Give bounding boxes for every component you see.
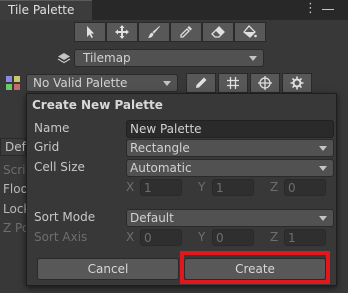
cell-z-label: Z: [270, 180, 279, 194]
cell-y-value: 1: [216, 181, 224, 195]
background-label: Floo: [3, 182, 28, 196]
sort-axis-z-field[interactable]: 1: [284, 229, 326, 246]
eraser-icon: [211, 26, 225, 38]
axis-y-label: Y: [198, 230, 206, 244]
pencil-icon: [196, 77, 207, 88]
background-tab-label: Def: [5, 140, 26, 154]
grid-button[interactable]: [218, 73, 248, 93]
grid-value: Rectangle: [130, 141, 190, 155]
paint-bucket-icon: [243, 25, 257, 38]
sort-axis-y-field[interactable]: 0: [212, 229, 254, 246]
tilemap-layer-icon: [57, 53, 71, 64]
box-fill-tool-button[interactable]: [170, 22, 202, 42]
cell-x-value: 1: [144, 181, 152, 195]
cell-size-value: Automatic: [130, 161, 192, 175]
palette-dropdown[interactable]: No Valid Palette: [26, 74, 178, 92]
paintbrush-icon: [148, 26, 160, 38]
cancel-button[interactable]: Cancel: [37, 258, 179, 280]
axis-x-label: X: [126, 230, 135, 244]
cog-icon: [290, 76, 304, 90]
edit-button[interactable]: [186, 73, 216, 93]
chevron-down-icon: [163, 81, 171, 86]
chevron-down-icon: [319, 166, 327, 171]
active-tilemap-dropdown[interactable]: Tilemap: [57, 49, 264, 67]
dialog-title: Create New Palette: [32, 98, 163, 112]
chevron-down-icon: [319, 216, 327, 221]
background-tab[interactable]: Def: [0, 138, 26, 156]
cell-z-field[interactable]: 0: [284, 179, 326, 196]
cell-size-dropdown[interactable]: Automatic: [126, 159, 334, 177]
sort-mode-label: Sort Mode: [34, 210, 96, 224]
create-button-highlight: [180, 251, 330, 284]
grid-icon: [227, 77, 239, 89]
cell-y-label: Y: [198, 180, 206, 194]
settings-button[interactable]: [282, 73, 312, 93]
cell-y-field[interactable]: 1: [212, 179, 254, 196]
active-tilemap-label: Tilemap: [83, 51, 131, 65]
cursor-arrow-icon: [87, 26, 94, 38]
palette-grid-icon: [6, 76, 20, 90]
eyedropper-icon: [180, 26, 192, 38]
minimize-icon[interactable]: [322, 2, 336, 18]
cell-z-value: 0: [288, 181, 296, 195]
sort-axis-x-value: 0: [144, 231, 152, 245]
sort-axis-label: Sort Axis: [34, 230, 88, 244]
move-tool-button[interactable]: [106, 22, 138, 42]
sort-mode-value: Default: [130, 211, 174, 225]
sort-axis-z-value: 1: [288, 231, 296, 245]
cell-x-field[interactable]: 1: [140, 179, 182, 196]
name-value: New Palette: [130, 122, 202, 136]
grid-dropdown[interactable]: Rectangle: [126, 139, 334, 157]
fill-tool-button[interactable]: [234, 22, 266, 42]
name-field[interactable]: New Palette: [126, 120, 334, 138]
select-tool-button[interactable]: [74, 22, 106, 42]
move-arrows-icon: [115, 25, 129, 39]
chevron-down-icon: [249, 56, 257, 61]
grid-label: Grid: [34, 140, 60, 154]
axis-z-label: Z: [270, 230, 279, 244]
chevron-down-icon: [319, 146, 327, 151]
name-label: Name: [34, 121, 70, 135]
palette-label: No Valid Palette: [33, 76, 128, 90]
sort-mode-dropdown[interactable]: Default: [126, 209, 334, 227]
sort-axis-y-value: 0: [216, 231, 224, 245]
kebab-menu-icon[interactable]: ⋮: [304, 1, 317, 19]
paint-tool-button[interactable]: [138, 22, 170, 42]
gizmo-target-icon: [258, 76, 272, 90]
sort-axis-x-field[interactable]: 0: [140, 229, 182, 246]
erase-tool-button[interactable]: [202, 22, 234, 42]
window-title: Tile Palette: [8, 3, 75, 17]
cell-x-label: X: [126, 180, 135, 194]
cell-size-label: Cell Size: [34, 160, 85, 174]
gizmos-button[interactable]: [250, 73, 280, 93]
